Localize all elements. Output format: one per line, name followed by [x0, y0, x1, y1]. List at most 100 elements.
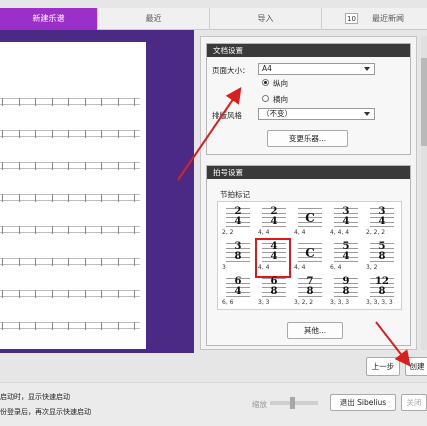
tab-latest-news-label: 最近新闻 — [372, 14, 404, 23]
time-signature-option[interactable]: 7 8 3, 2, 2 — [294, 276, 324, 310]
barline — [18, 322, 20, 330]
tab-new-score[interactable]: 新建乐谱 — [0, 8, 98, 30]
create-button[interactable]: 创建 — [405, 357, 427, 376]
barline — [35, 290, 36, 298]
document-settings-title: 文档设置 — [207, 44, 410, 57]
barline — [35, 258, 36, 266]
barline — [68, 322, 69, 330]
barline — [35, 162, 36, 170]
chevron-down-icon — [364, 67, 370, 71]
time-signature-option[interactable]: 3 4 2, 2, 2 — [366, 206, 396, 240]
time-signature-option[interactable]: 2 4 4, 4 — [258, 206, 288, 240]
landscape-radio[interactable] — [262, 95, 269, 102]
zoom-slider-knob[interactable] — [290, 397, 295, 409]
barline — [117, 290, 119, 298]
staff-line — [298, 261, 322, 262]
time-signature-option[interactable]: 383 — [222, 241, 252, 275]
staff-line — [0, 194, 140, 195]
common-time-symbol: C — [305, 211, 315, 225]
barline — [117, 322, 119, 330]
time-signature-grouping: 4, 4 — [258, 229, 270, 236]
staff-line — [0, 162, 140, 163]
staff-line — [298, 208, 322, 209]
barline — [84, 162, 86, 170]
barline — [18, 290, 20, 298]
barline — [84, 98, 86, 106]
time-signature-denominator: 4 — [342, 216, 350, 227]
barline — [2, 162, 3, 170]
tab-recent[interactable]: 最近 — [98, 8, 210, 30]
barline — [101, 130, 102, 138]
barline — [51, 322, 53, 330]
time-signature-denominator: 8 — [234, 251, 242, 262]
other-time-signature-button[interactable]: 其他... — [287, 322, 343, 339]
barline — [35, 226, 36, 234]
exit-sibelius-button[interactable]: 退出 Sibelius — [330, 394, 396, 411]
barline — [117, 98, 119, 106]
page-size-dropdown[interactable]: A4 — [258, 63, 375, 75]
barline — [117, 258, 119, 266]
time-signature-denominator: 8 — [342, 286, 350, 297]
barline — [51, 130, 53, 138]
time-signature-grouping: 3, 3 — [258, 299, 270, 306]
barline — [18, 226, 20, 234]
staff-row — [0, 98, 140, 106]
barline — [51, 194, 53, 202]
barline — [2, 290, 3, 298]
tab-latest-news[interactable]: 10 最近新闻 — [322, 8, 427, 30]
staff-row — [0, 322, 140, 330]
tab-import[interactable]: 导入 — [210, 8, 322, 30]
time-signature-denominator: 8 — [378, 251, 386, 262]
zoom-slider[interactable] — [270, 397, 318, 409]
time-signature-option[interactable]: 2 4 2, 2 — [222, 206, 252, 240]
barline — [134, 258, 135, 266]
barline — [18, 162, 20, 170]
layout-style-dropdown[interactable]: （不变） — [258, 108, 375, 120]
time-signature-grouping: 4, 4 — [294, 229, 306, 236]
barline — [35, 98, 36, 106]
time-signature-staff: 44 — [262, 242, 286, 262]
staff-line — [0, 226, 140, 227]
time-signature-option[interactable]: C 4, 4 — [294, 206, 324, 240]
back-button[interactable]: 上一步 — [366, 357, 400, 376]
barline — [68, 98, 69, 106]
landscape-label: 横向 — [273, 95, 288, 104]
layout-style-label: 排版风格 — [212, 111, 242, 120]
barline — [2, 226, 3, 234]
staff-row — [0, 290, 140, 298]
barline — [101, 290, 102, 298]
barline — [35, 322, 36, 330]
time-signature-option[interactable]: 5 8 3, 2 — [366, 241, 396, 275]
scrollbar-thumb[interactable] — [421, 58, 427, 146]
barline — [101, 226, 102, 234]
staff-line — [0, 232, 140, 233]
barline — [51, 162, 53, 170]
settings-panel: 文档设置 页面大小： A4 纵向 横向 排版风格 （不变） 变更乐器... 拍号… — [200, 36, 417, 350]
close-button[interactable]: 关闭 — [401, 394, 427, 411]
settings-scrollbar[interactable] — [421, 36, 427, 350]
time-signature-option[interactable]: C 4, 4 — [294, 241, 324, 275]
chevron-down-icon — [364, 112, 370, 116]
zoom-label: 缩放 — [252, 400, 267, 409]
time-signature-denominator: 4 — [378, 216, 386, 227]
barline — [84, 258, 86, 266]
time-signature-option[interactable]: 6 4 6, 6 — [222, 276, 252, 310]
time-signature-denominator: 4 — [270, 216, 278, 227]
layout-style-value: （不变） — [262, 109, 292, 118]
time-signature-option[interactable]: 3 4 4, 4, 4 — [330, 206, 360, 240]
time-signature-option[interactable]: 9 8 3, 3, 3 — [330, 276, 360, 310]
barline — [101, 98, 102, 106]
staff-line — [298, 226, 322, 227]
barline — [68, 258, 69, 266]
barline — [101, 162, 102, 170]
barline — [117, 130, 119, 138]
change-instruments-button[interactable]: 变更乐器... — [267, 130, 348, 147]
time-signature-option[interactable]: 12 8 3, 3, 3, 3 — [366, 276, 396, 310]
time-signature-option[interactable]: 5 4 6, 4 — [330, 241, 360, 275]
barline — [51, 290, 53, 298]
staff-line — [0, 328, 140, 329]
barline — [2, 258, 3, 266]
time-signature-option[interactable]: 4 4 4, 4 — [255, 238, 291, 278]
time-signature-option[interactable]: 6 8 3, 3 — [258, 276, 288, 310]
portrait-radio[interactable] — [262, 79, 269, 86]
